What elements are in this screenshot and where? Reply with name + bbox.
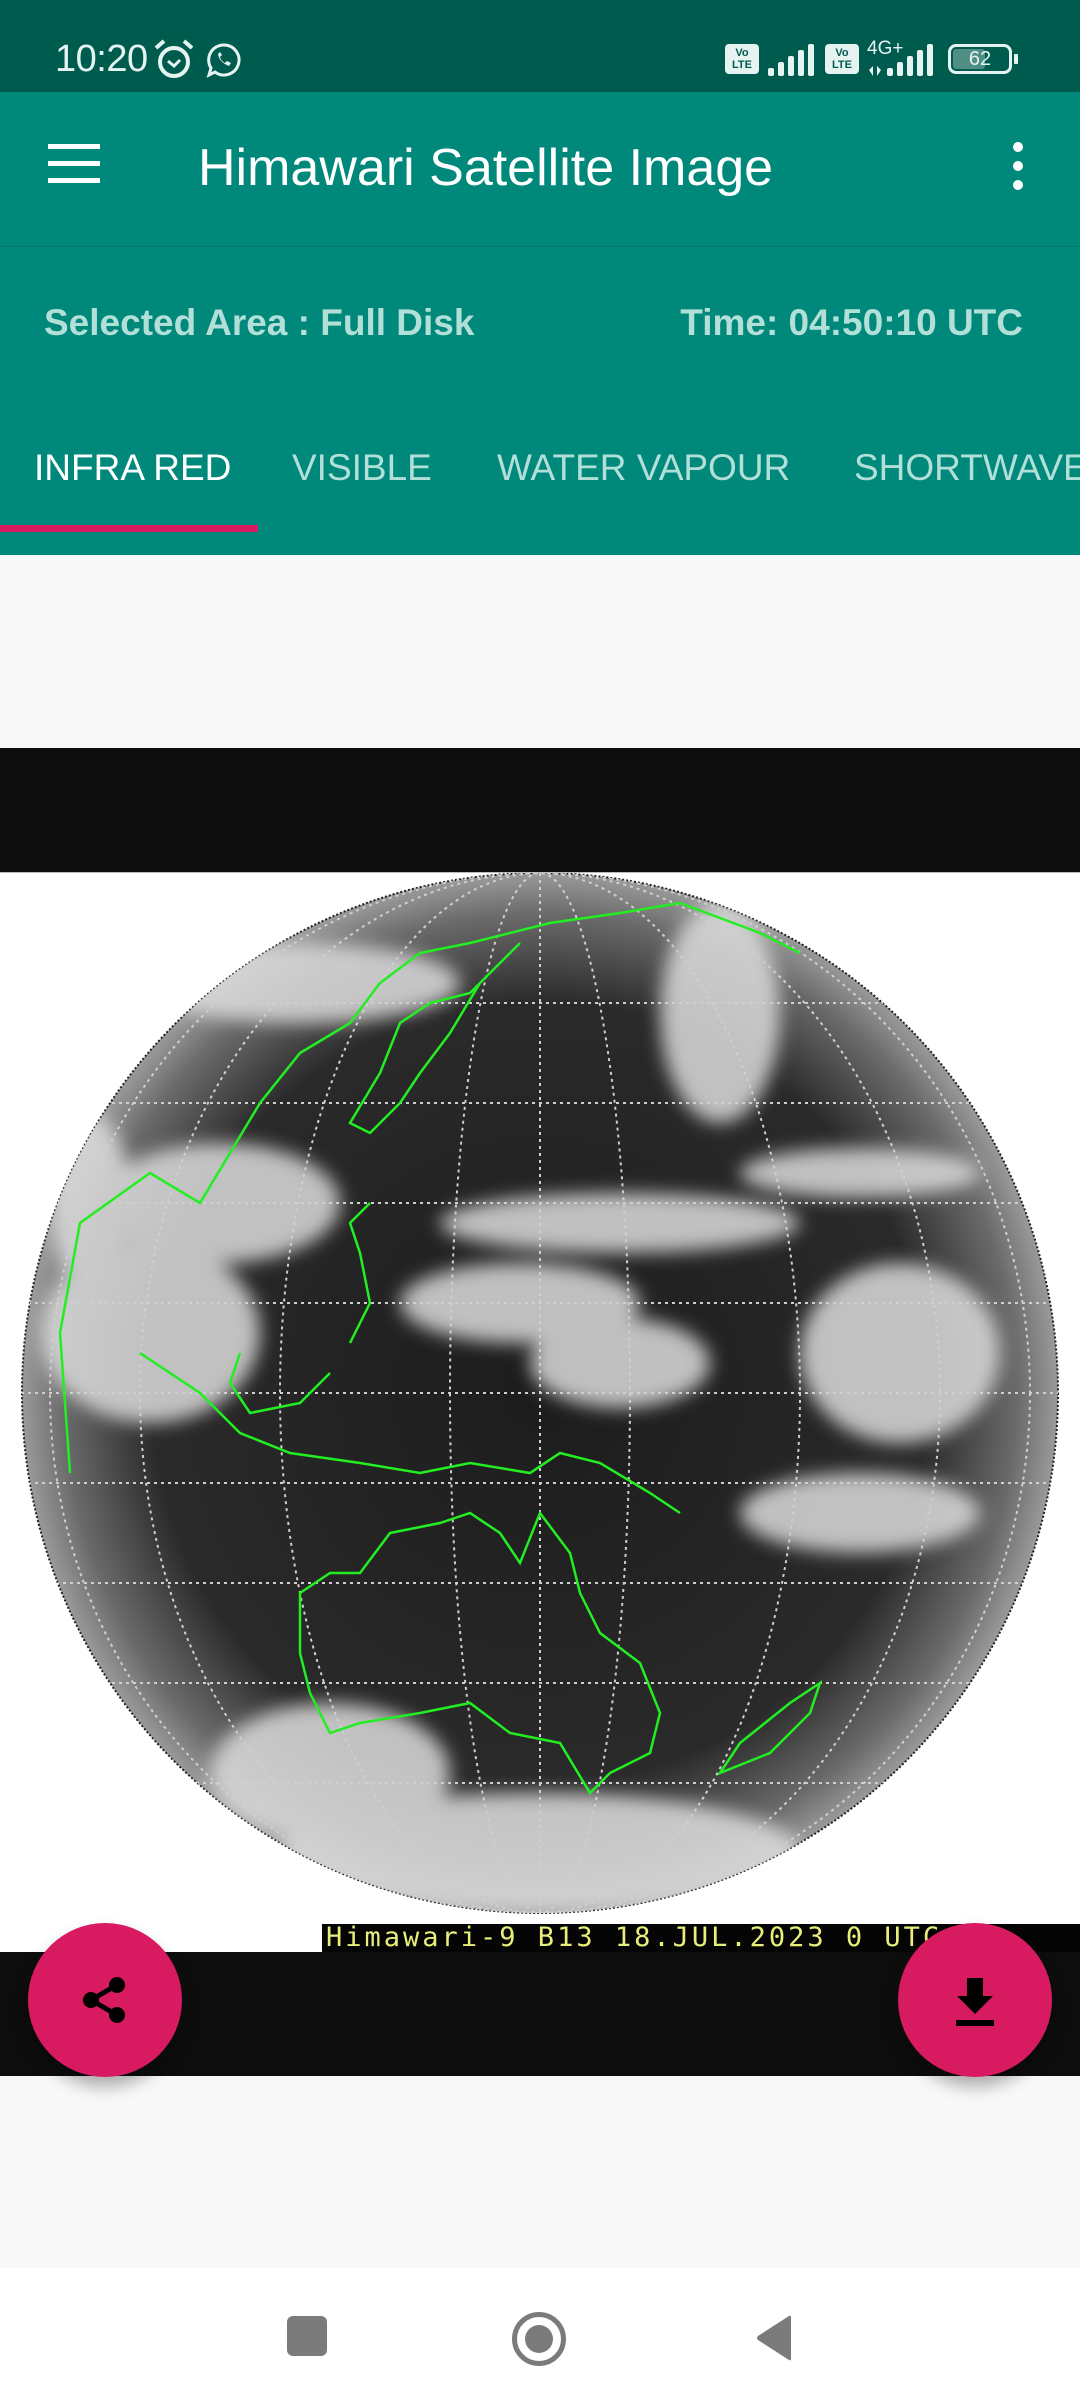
content-top-spacer [0,555,1080,748]
app-bar: Himawari Satellite Image [0,92,1080,247]
back-icon[interactable] [755,2314,795,2362]
whatsapp-icon [206,43,241,78]
tab-water-vapour[interactable]: WATER VAPOUR [497,447,790,489]
selected-area-label: Selected Area : Full Disk [44,302,475,343]
battery-icon: 62 [948,44,1018,74]
signal-icon-2 [869,44,933,76]
hamburger-menu-icon[interactable] [48,144,104,188]
status-time: 10:20 [55,38,148,80]
content-bottom-spacer [0,2076,1080,2268]
share-icon [83,1977,125,2023]
volte-icon-1: Vo LTE [725,44,759,74]
system-nav-bar [0,2268,1080,2400]
tab-infra-red[interactable]: INFRA RED [34,447,231,489]
battery-level: 62 [968,48,992,70]
image-top-band [0,748,1080,872]
signal-icon-1 [768,44,814,76]
status-bar: 10:20 Vo LTE Vo LTE 4G+ 62 [0,0,1080,92]
tab-shortwave[interactable]: SHORTWAVE [854,447,1080,489]
image-time-label: Time: 04:50:10 UTC [680,302,1023,343]
info-row: Selected Area : Full Disk Time: 04:50:10… [0,247,1080,387]
home-icon[interactable] [512,2312,566,2366]
more-vert-icon[interactable] [1000,142,1036,192]
download-button[interactable] [898,1923,1052,2077]
share-button[interactable] [28,1923,182,2077]
tab-visible[interactable]: VISIBLE [292,447,432,489]
alarm-icon [154,39,194,78]
tab-bar: INFRA RED VISIBLE WATER VAPOUR SHORTWAVE [0,387,1080,555]
active-tab-indicator [0,525,258,532]
graticule [22,873,1058,1913]
download-icon [956,1978,994,2026]
app-title: Himawari Satellite Image [198,139,774,197]
earth-disk-image [21,872,1059,1914]
recents-icon[interactable] [287,2316,327,2356]
volte-icon-2: Vo LTE [825,44,859,74]
satellite-image[interactable] [0,872,1080,1952]
